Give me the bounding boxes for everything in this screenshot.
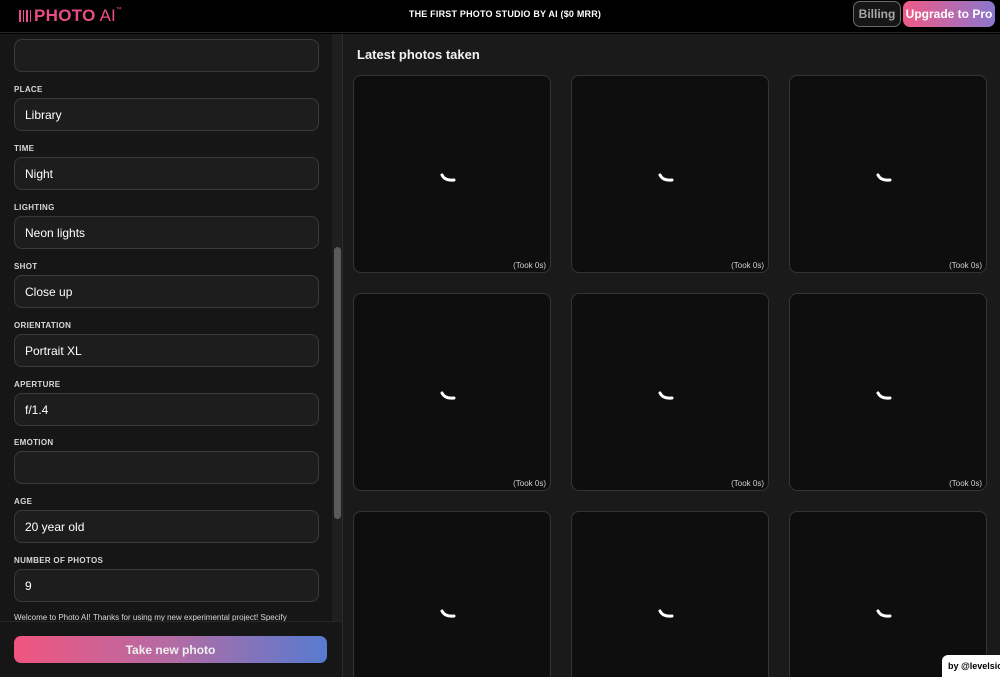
loading-spinner-icon [876, 609, 892, 618]
by-levelsio-badge[interactable]: by @levelsio [942, 655, 1000, 677]
number-of-photos-input[interactable]: 9 [14, 569, 319, 602]
billing-button[interactable]: Billing [853, 1, 901, 27]
place-label: PLACE [14, 85, 43, 94]
settings-panel: PLACE Library TIME Night LIGHTING Neon l… [0, 34, 342, 677]
took-time-label: (Took 0s) [949, 261, 982, 270]
emotion-input[interactable] [14, 451, 319, 484]
loading-spinner-icon [440, 609, 456, 618]
photo-tile[interactable]: (Took 0s) [789, 75, 987, 273]
previous-field-input[interactable] [14, 39, 319, 72]
lighting-input[interactable]: Neon lights [14, 216, 319, 249]
take-new-photo-button[interactable]: Take new photo [14, 636, 327, 663]
photo-tile[interactable]: (Took 0s) [353, 293, 551, 491]
orientation-input[interactable]: Portrait XL [14, 334, 319, 367]
place-input[interactable]: Library [14, 98, 319, 131]
upgrade-to-pro-button[interactable]: Upgrade to Pro [903, 1, 995, 27]
aperture-input[interactable]: f/1.4 [14, 393, 319, 426]
number-of-photos-label: NUMBER OF PHOTOS [14, 556, 104, 565]
photo-tile[interactable] [353, 511, 551, 677]
age-input[interactable]: 20 year old [14, 510, 319, 543]
gallery-area: Latest photos taken (Took 0s) (Took 0s) … [342, 34, 1000, 677]
loading-spinner-icon [658, 391, 674, 400]
loading-spinner-icon [876, 173, 892, 182]
shot-label: SHOT [14, 262, 38, 271]
loading-spinner-icon [440, 173, 456, 182]
took-time-label: (Took 0s) [731, 479, 764, 488]
loading-spinner-icon [440, 391, 456, 400]
photo-tile[interactable]: (Took 0s) [571, 293, 769, 491]
time-input[interactable]: Night [14, 157, 319, 190]
action-bar: Take new photo [0, 621, 342, 677]
photo-tile[interactable]: (Took 0s) [571, 75, 769, 273]
orientation-label: ORIENTATION [14, 321, 72, 330]
shot-input[interactable]: Close up [14, 275, 319, 308]
panel-scrollbar-thumb[interactable] [334, 247, 341, 519]
lighting-label: LIGHTING [14, 203, 55, 212]
top-header: PHOTO AI ™ THE FIRST PHOTO STUDIO BY AI … [0, 0, 1000, 33]
loading-spinner-icon [876, 391, 892, 400]
aperture-label: APERTURE [14, 380, 61, 389]
took-time-label: (Took 0s) [949, 479, 982, 488]
gallery-title: Latest photos taken [357, 47, 480, 62]
time-label: TIME [14, 144, 35, 153]
loading-spinner-icon [658, 609, 674, 618]
took-time-label: (Took 0s) [513, 479, 546, 488]
took-time-label: (Took 0s) [731, 261, 764, 270]
age-label: AGE [14, 497, 33, 506]
photo-tile[interactable] [571, 511, 769, 677]
photo-tile[interactable]: (Took 0s) [789, 293, 987, 491]
loading-spinner-icon [658, 173, 674, 182]
took-time-label: (Took 0s) [513, 261, 546, 270]
header-tagline: THE FIRST PHOTO STUDIO BY AI ($0 MRR) [408, 9, 602, 19]
photo-tile[interactable] [789, 511, 987, 677]
emotion-label: EMOTION [14, 438, 54, 447]
photo-tile[interactable]: (Took 0s) [353, 75, 551, 273]
